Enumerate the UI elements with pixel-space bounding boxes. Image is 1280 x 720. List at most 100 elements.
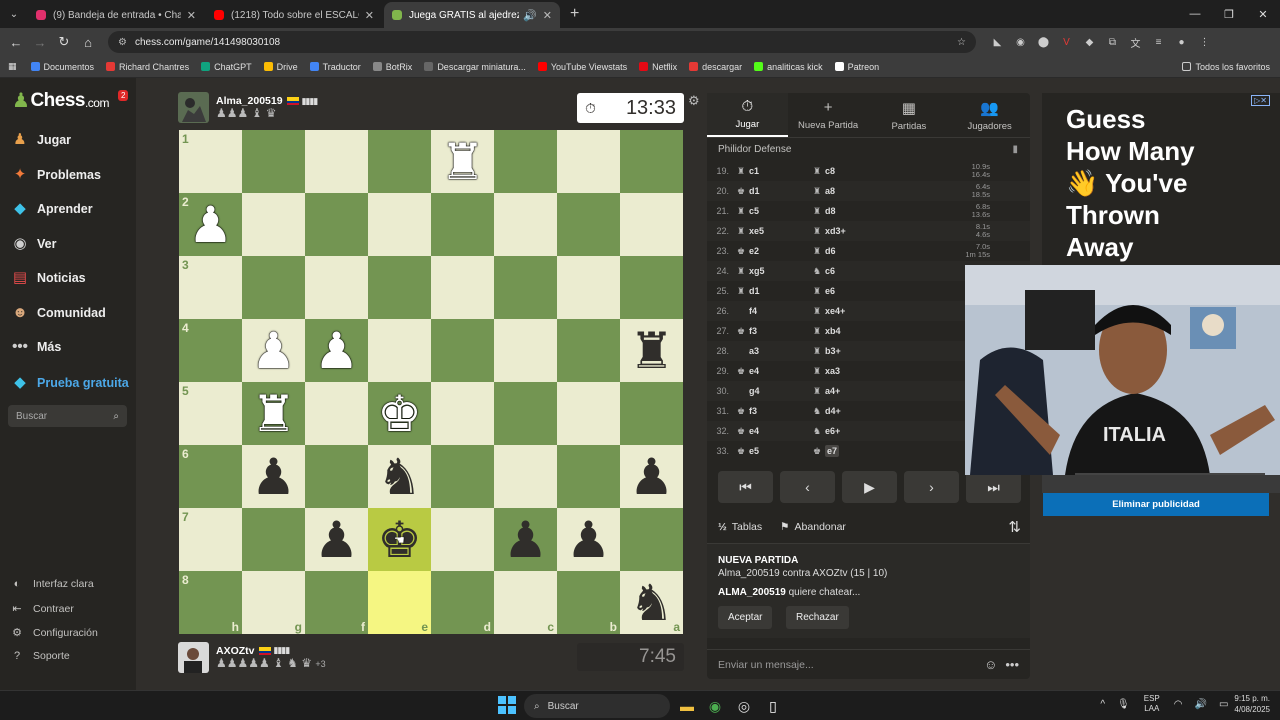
reject-chat-button[interactable]: Rechazar bbox=[786, 606, 849, 629]
board-square[interactable] bbox=[305, 193, 368, 256]
bookmark-item[interactable]: Documentos bbox=[30, 62, 94, 72]
message-input[interactable]: Enviar un mensaje... ☺ ••• bbox=[707, 649, 1030, 679]
board-square[interactable] bbox=[494, 130, 557, 193]
flip-board-icon[interactable]: ⇅ bbox=[1008, 518, 1021, 536]
black-move[interactable]: ♞ d4+ bbox=[811, 406, 931, 416]
bookmark-item[interactable]: Netflix bbox=[639, 62, 677, 72]
white-move[interactable]: ♚ f3 bbox=[735, 406, 811, 416]
sidebar-item-aprender[interactable]: ◆ Aprender bbox=[10, 199, 92, 219]
board-square[interactable] bbox=[620, 508, 683, 571]
back-icon[interactable]: ← bbox=[4, 35, 28, 50]
board-square[interactable]: ♞ bbox=[368, 445, 431, 508]
sidebar-item-ver[interactable]: ◉ Ver bbox=[10, 234, 56, 254]
play-button[interactable]: ▶ bbox=[842, 471, 897, 503]
board-square[interactable] bbox=[557, 382, 620, 445]
white-piece[interactable]: ♟ bbox=[251, 326, 296, 376]
board-square[interactable] bbox=[557, 256, 620, 319]
board-square[interactable]: ♜ bbox=[242, 382, 305, 445]
sidebar-item-más[interactable]: ••• Más bbox=[10, 337, 61, 357]
menu-icon[interactable]: ⋮ bbox=[1193, 37, 1216, 48]
white-move[interactable]: f4 bbox=[735, 306, 811, 316]
new-tab-button[interactable]: + bbox=[562, 2, 587, 28]
black-move[interactable]: ♜ a4+ bbox=[811, 386, 931, 396]
reload-icon[interactable]: ↻ bbox=[52, 34, 76, 50]
notification-badge[interactable]: 2 bbox=[118, 90, 129, 101]
white-move[interactable]: ♜ c1 bbox=[735, 166, 811, 176]
white-move[interactable]: ♚ f3 bbox=[735, 326, 811, 336]
white-piece[interactable]: ♟ bbox=[314, 326, 359, 376]
extension-icon[interactable]: ⬤ bbox=[1032, 37, 1055, 48]
maximize-icon[interactable]: ❐ bbox=[1212, 8, 1246, 21]
first-move-button[interactable]: ⏮ bbox=[718, 471, 773, 503]
sidebar-item-comunidad[interactable]: ☻ Comunidad bbox=[10, 303, 106, 323]
board-square[interactable] bbox=[431, 193, 494, 256]
bookmark-star-icon[interactable]: ☆ bbox=[957, 37, 966, 48]
white-move[interactable]: ♜ c5 bbox=[735, 206, 811, 216]
browser-tab-instagram[interactable]: (9) Bandeja de entrada • Chats ✕ bbox=[28, 2, 204, 28]
black-piece[interactable]: ♟ bbox=[629, 452, 674, 502]
chess-board[interactable]: 1 ♜ 2 ♟ 3 4 ♟ ♟ ♜ 5 ♜ ♚ 6 ♟ ♞ ♟ 7 ♟ ♚ ♟ ♟ 8 h g f e d c b a ♞ bbox=[179, 130, 683, 634]
black-piece[interactable]: ♜ bbox=[629, 326, 674, 376]
board-square[interactable] bbox=[620, 256, 683, 319]
board-square[interactable] bbox=[431, 508, 494, 571]
draw-button[interactable]: ½ Tablas bbox=[718, 521, 762, 533]
white-piece[interactable]: ♚ bbox=[377, 389, 422, 439]
notepad-icon[interactable]: ▯ bbox=[762, 695, 784, 717]
board-square[interactable] bbox=[305, 382, 368, 445]
black-piece[interactable]: ♞ bbox=[377, 452, 422, 502]
board-square[interactable] bbox=[620, 130, 683, 193]
trash-icon[interactable]: ▮ bbox=[1012, 144, 1018, 155]
wifi-icon[interactable]: ◠ bbox=[1174, 699, 1183, 710]
extension-icon[interactable]: V bbox=[1055, 37, 1078, 48]
board-square[interactable] bbox=[620, 382, 683, 445]
board-square[interactable] bbox=[431, 319, 494, 382]
white-move[interactable]: a3 bbox=[735, 346, 811, 356]
sidebar-bottom-item[interactable]: ⚙ Configuración bbox=[10, 626, 98, 640]
browser-tab-youtube[interactable]: (1218) Todo sobre el ESCALOFRÍO ✕ bbox=[206, 2, 382, 28]
board-square[interactable] bbox=[557, 193, 620, 256]
apps-icon[interactable]: ▦ bbox=[8, 61, 17, 72]
clock[interactable]: 9:15 p. m. 4/08/2025 bbox=[1234, 693, 1270, 715]
board-square[interactable] bbox=[557, 319, 620, 382]
close-tab-icon[interactable]: ✕ bbox=[187, 9, 196, 22]
black-move[interactable]: ♚ e7 bbox=[811, 445, 931, 457]
minimize-icon[interactable]: — bbox=[1178, 8, 1212, 20]
board-square[interactable] bbox=[242, 256, 305, 319]
app-icon[interactable]: ◎ bbox=[733, 695, 755, 717]
extension-icon[interactable]: ◉ bbox=[1009, 37, 1032, 48]
search-icon[interactable]: ⌕ bbox=[113, 411, 119, 422]
black-piece[interactable]: ♞ bbox=[629, 578, 674, 628]
black-piece[interactable]: ♟ bbox=[314, 515, 359, 565]
next-move-button[interactable]: › bbox=[904, 471, 959, 503]
sidebar-item-jugar[interactable]: ♟ Jugar bbox=[10, 130, 71, 150]
chevron-up-icon[interactable]: ^ bbox=[1100, 699, 1105, 710]
board-square[interactable] bbox=[494, 382, 557, 445]
audio-icon[interactable]: 🔊 bbox=[523, 9, 537, 22]
board-square[interactable]: g bbox=[242, 571, 305, 634]
board-square[interactable]: 3 bbox=[179, 256, 242, 319]
more-options-icon[interactable]: ••• bbox=[1005, 657, 1019, 672]
board-square[interactable] bbox=[494, 193, 557, 256]
black-move[interactable]: ♞ e6+ bbox=[811, 426, 931, 436]
sidebar-item-noticias[interactable]: ▤ Noticias bbox=[10, 268, 86, 288]
board-square[interactable] bbox=[431, 445, 494, 508]
avatar[interactable] bbox=[178, 92, 209, 123]
close-window-icon[interactable]: ✕ bbox=[1246, 8, 1280, 21]
black-move[interactable]: ♜ c8 bbox=[811, 166, 931, 176]
white-move[interactable]: ♚ e2 bbox=[735, 246, 811, 256]
browser-tab-chess[interactable]: Juega GRATIS al ajedrez en 🔊 ✕ bbox=[384, 2, 560, 28]
black-move[interactable]: ♜ xe4+ bbox=[811, 306, 931, 316]
board-square[interactable]: 2 ♟ bbox=[179, 193, 242, 256]
board-square[interactable]: a ♞ bbox=[620, 571, 683, 634]
black-move[interactable]: ♜ d6 bbox=[811, 246, 931, 256]
board-square[interactable]: 4 bbox=[179, 319, 242, 382]
sidebar-search-input[interactable]: Buscar ⌕ bbox=[8, 405, 127, 427]
white-move[interactable]: ♚ d1 bbox=[735, 186, 811, 196]
media-icon[interactable]: ≡ bbox=[1147, 37, 1170, 48]
tab-search-icon[interactable]: ⌄ bbox=[0, 0, 28, 28]
puzzle-icon[interactable]: ⧉ bbox=[1101, 37, 1124, 48]
board-square[interactable] bbox=[494, 256, 557, 319]
bookmark-item[interactable]: Drive bbox=[263, 62, 298, 72]
tab-jugadores[interactable]: 👥 Jugadores bbox=[949, 93, 1030, 137]
board-square[interactable]: ♜ bbox=[620, 319, 683, 382]
